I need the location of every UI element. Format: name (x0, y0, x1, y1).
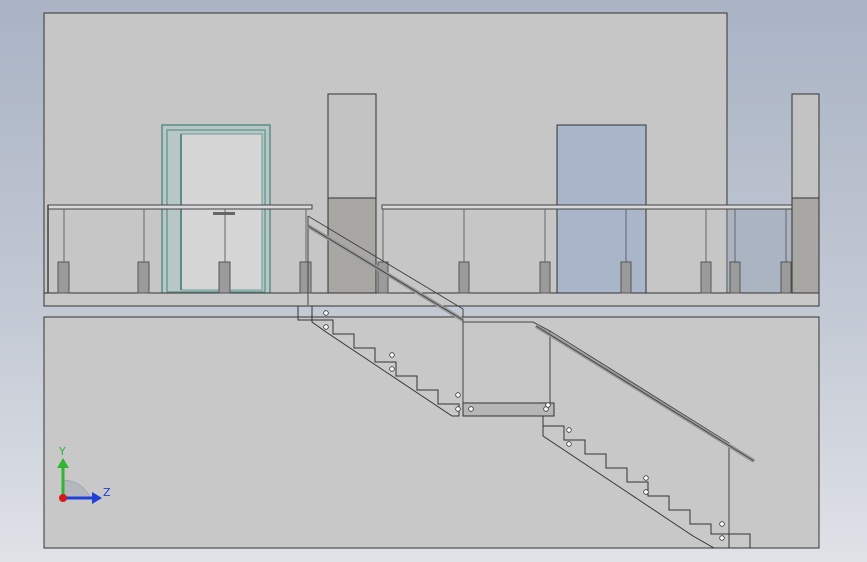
triad-origin (59, 494, 67, 502)
y-axis-label: Y (58, 445, 66, 458)
z-axis-label: Z (103, 486, 111, 499)
stair-landing (462, 402, 555, 417)
door-handle (213, 212, 235, 215)
cad-viewport[interactable]: Y Z (0, 0, 867, 562)
central-pillar-lower (327, 197, 377, 294)
lower-wall (43, 316, 820, 549)
right-pillar-lower (791, 197, 820, 294)
